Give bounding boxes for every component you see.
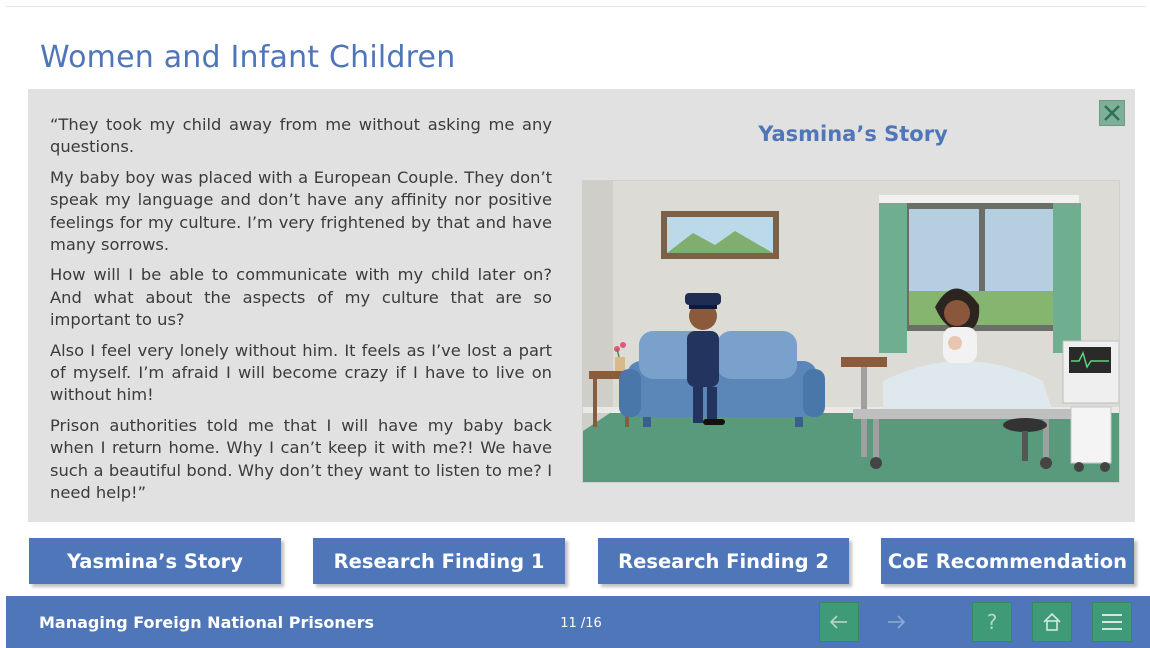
arrow-left-icon — [829, 615, 847, 629]
menu-icon — [1102, 614, 1122, 630]
story-text: “They took my child away from me without… — [50, 114, 552, 513]
story-paragraph: “They took my child away from me without… — [50, 115, 552, 157]
close-icon — [1104, 105, 1120, 121]
course-title: Managing Foreign National Prisoners — [39, 613, 374, 632]
story-paragraph: My baby boy was placed with a European C… — [50, 167, 552, 255]
tab-yasminas-story[interactable]: Yasmina’s Story — [29, 538, 281, 584]
footer-bar: Managing Foreign National Prisoners 11 /… — [6, 596, 1150, 648]
arrow-right-icon — [888, 615, 906, 629]
home-icon — [1043, 612, 1061, 631]
story-heading: Yasmina’s Story — [758, 122, 948, 146]
tab-research-finding-1[interactable]: Research Finding 1 — [313, 538, 565, 584]
tab-coe-recommendation[interactable]: CoE Recommendation — [881, 538, 1134, 584]
close-button[interactable] — [1099, 100, 1125, 126]
story-paragraph: How will I be able to communicate with m… — [50, 265, 552, 330]
page-title: Women and Infant Children — [40, 40, 456, 75]
page-counter: 11 /16 — [560, 616, 602, 631]
menu-button[interactable] — [1092, 602, 1132, 642]
story-illustration — [582, 180, 1120, 483]
story-paragraph: Also I feel very lonely without him. It … — [50, 340, 552, 405]
tab-research-finding-2[interactable]: Research Finding 2 — [598, 538, 849, 584]
story-paragraph: Prison authorities told me that I will h… — [50, 415, 552, 503]
prev-button[interactable] — [819, 602, 859, 642]
next-button[interactable] — [876, 602, 916, 642]
help-button[interactable]: ? — [972, 602, 1012, 642]
home-button[interactable] — [1032, 602, 1072, 642]
